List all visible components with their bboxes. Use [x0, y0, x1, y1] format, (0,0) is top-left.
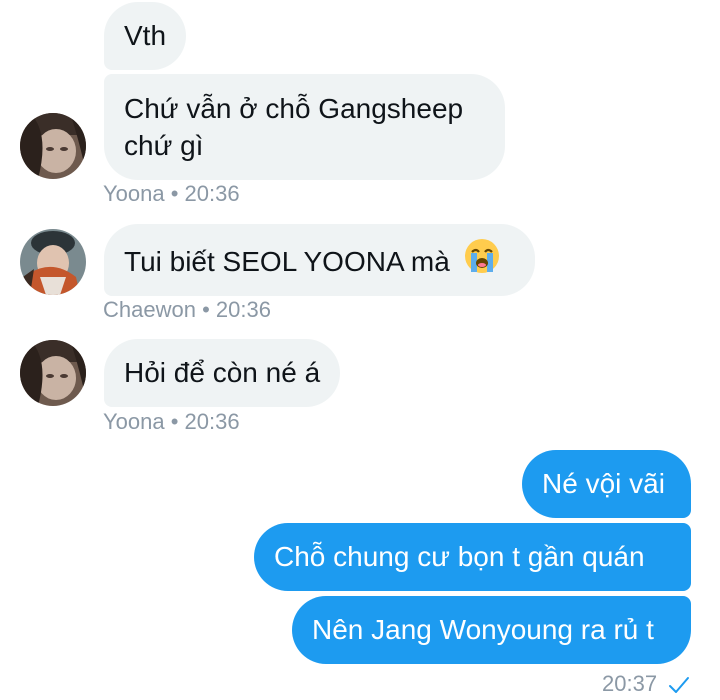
received-message-bubble[interactable]: Chứ vẫn ở chỗ Gangsheep chứ gì — [104, 74, 505, 180]
sent-message-bubble[interactable]: Nên Jang Wonyoung ra rủ t — [292, 596, 691, 664]
message-meta: Yoona • 20:36 — [103, 409, 240, 434]
message-text: Vth — [124, 20, 167, 51]
message-text: Né vội vãi — [542, 468, 665, 499]
message-text: Chỗ chung cư bọn t gần quán — [274, 541, 645, 572]
avatar-yoona[interactable] — [20, 113, 86, 179]
message-meta: Yoona • 20:36 — [103, 181, 240, 206]
sent-message-bubble[interactable]: Chỗ chung cư bọn t gần quán — [254, 523, 691, 591]
loudly-crying-face-icon — [464, 238, 500, 283]
message-timestamp: 20:37 — [602, 671, 658, 696]
message-text: Tui biết SEOL YOONA mà — [124, 245, 450, 277]
message-text-line-2: chứ gì — [124, 130, 204, 161]
message-text: Nên Jang Wonyoung ra rủ t — [312, 614, 654, 645]
received-message-bubble[interactable]: Tui biết SEOL YOONA mà — [104, 224, 535, 296]
sent-message-bubble[interactable]: Né vội vãi — [522, 450, 691, 518]
message-text-line-1: Chứ vẫn ở chỗ Gangsheep — [124, 93, 464, 124]
read-check-icon — [668, 675, 690, 700]
message-meta: Chaewon • 20:36 — [103, 297, 271, 322]
avatar-chaewon[interactable] — [20, 229, 86, 295]
message-text: Hỏi để còn né á — [124, 357, 321, 388]
received-message-bubble[interactable]: Hỏi để còn né á — [104, 339, 341, 407]
received-message-bubble[interactable]: Vth — [104, 2, 187, 70]
avatar-yoona[interactable] — [20, 340, 86, 406]
